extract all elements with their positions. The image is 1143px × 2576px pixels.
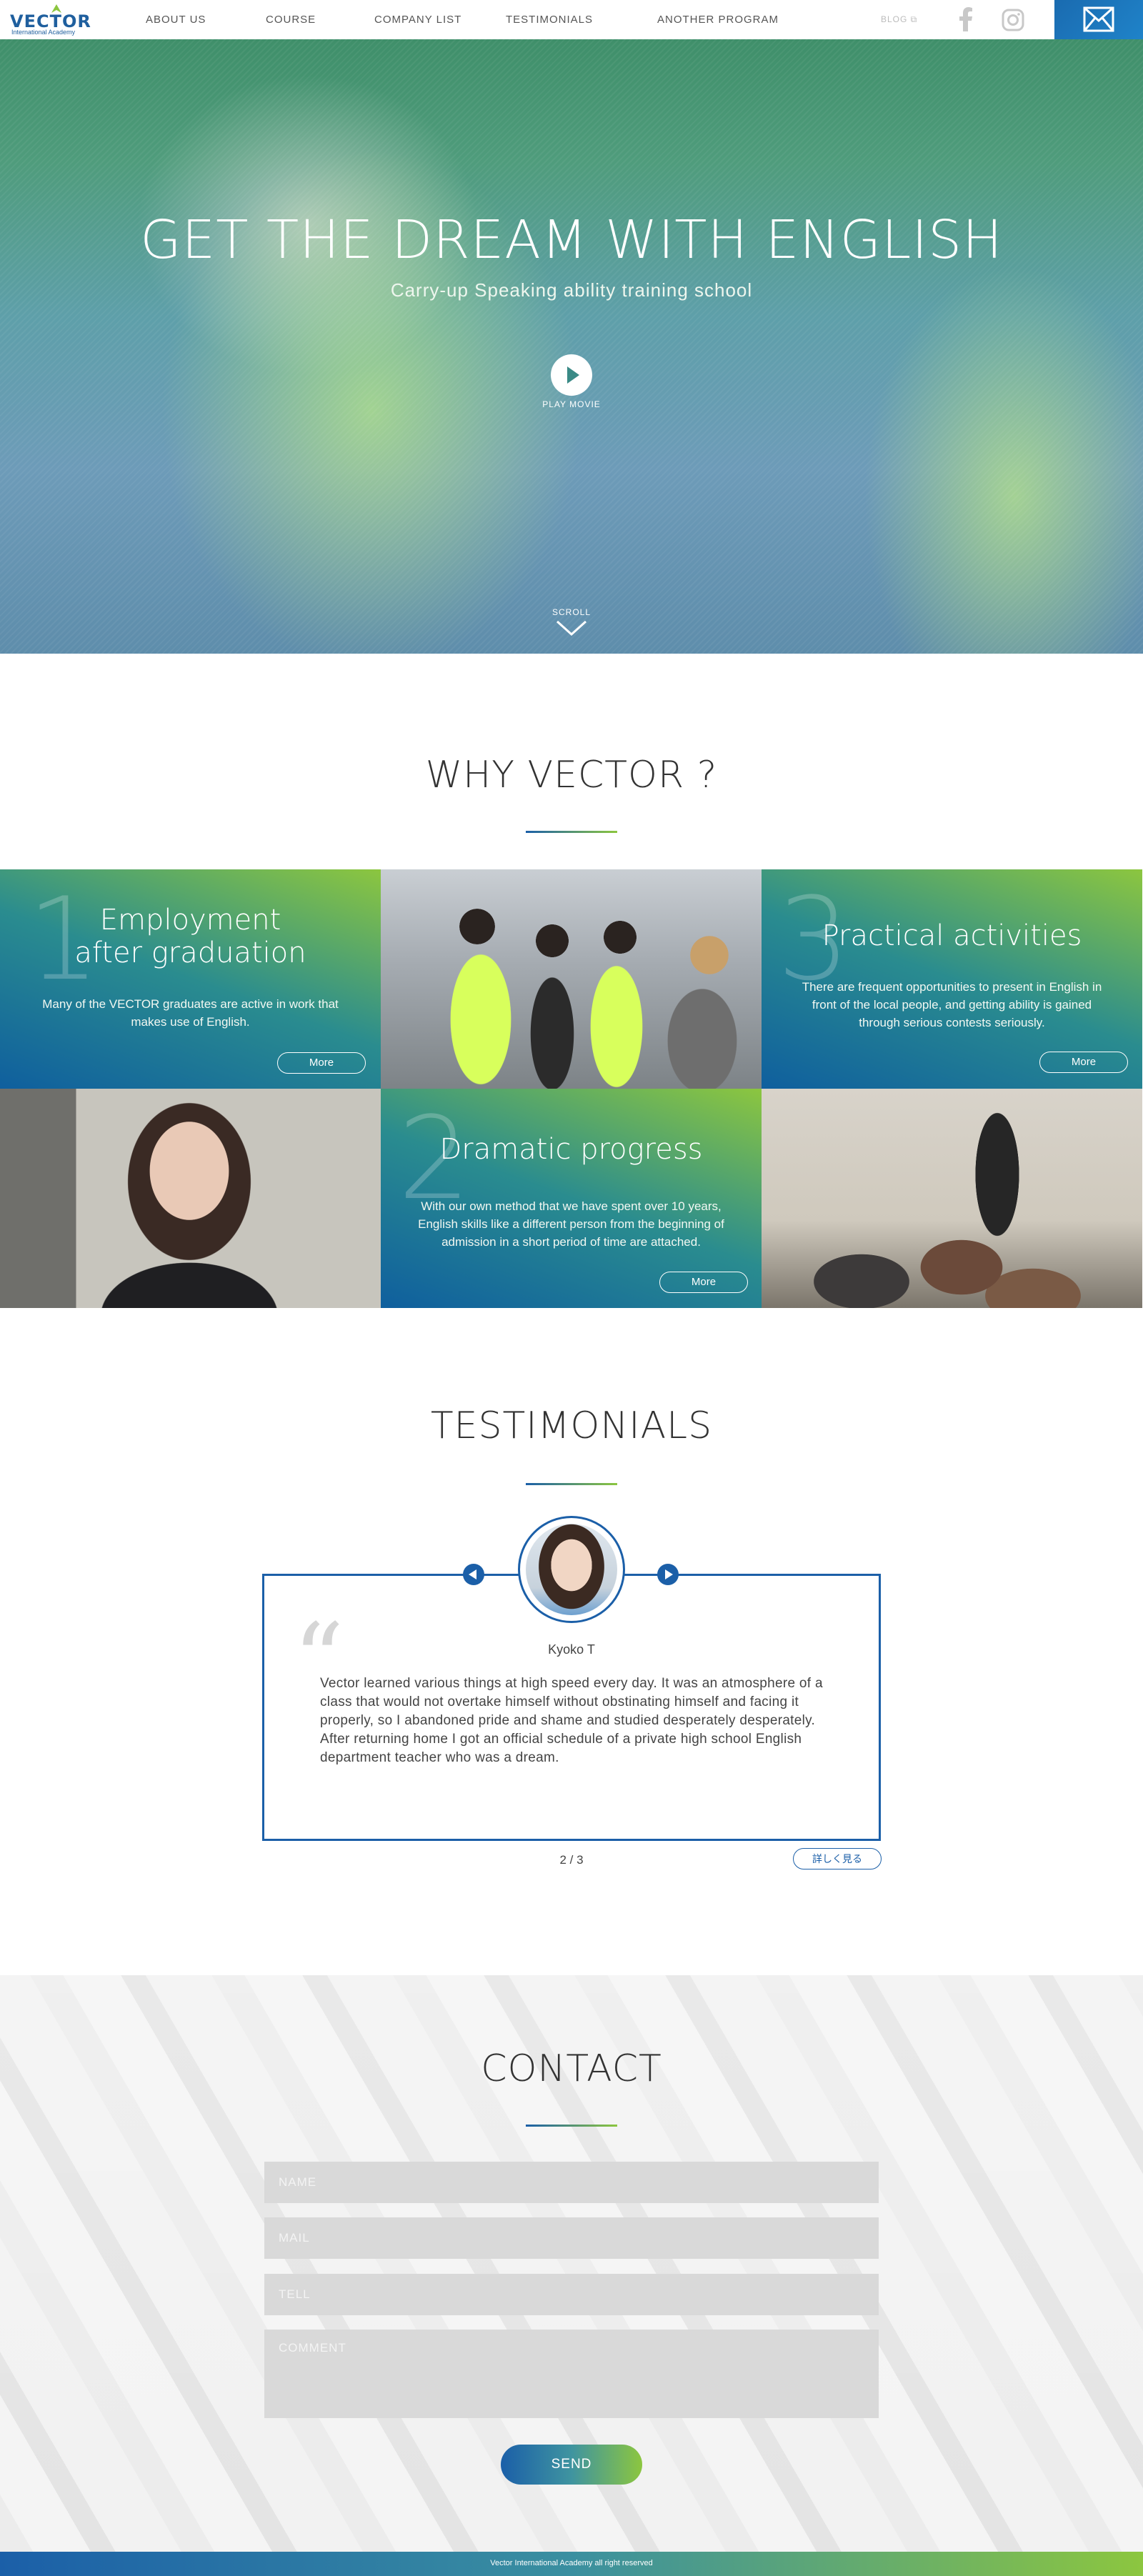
play-movie-label: PLAY MOVIE <box>542 399 601 409</box>
play-movie-button[interactable] <box>551 354 592 396</box>
card-title: Practical activities <box>822 919 1082 952</box>
prev-arrow-icon[interactable] <box>463 1564 484 1585</box>
chevron-down-icon[interactable] <box>555 619 588 636</box>
testimonials-title: TESTIMONIALS <box>430 1404 713 1447</box>
why-card-employment: 1 Employment after graduation Many of th… <box>0 869 381 1089</box>
copyright-text: Vector International Academy all right r… <box>490 2559 653 2567</box>
card-title-line2: after graduation <box>74 937 306 969</box>
why-card-practical: 3 Practical activities There are frequen… <box>762 869 1142 1089</box>
mail-field[interactable] <box>264 2217 879 2259</box>
site-footer: Vector International Academy all right r… <box>0 2552 1143 2576</box>
nav-blog[interactable]: BLOG ⧉ <box>881 14 917 25</box>
scroll-label: SCROLL <box>551 607 592 617</box>
play-icon <box>567 366 579 384</box>
mail-button[interactable] <box>1054 0 1143 39</box>
nav-testimonials[interactable]: TESTIMONIALS <box>506 14 593 26</box>
contact-divider <box>526 2125 617 2127</box>
card-body: Many of the VECTOR graduates are active … <box>42 997 339 1029</box>
logo-subtitle: International Academy <box>11 29 76 36</box>
testimonial-name: Kyoko T <box>548 1642 595 1657</box>
testimonial-avatar <box>518 1516 625 1623</box>
hero-section: GET THE DREAM WITH ENGLISH Carry-up Spea… <box>0 39 1143 654</box>
avatar-photo <box>526 1524 617 1615</box>
facebook-icon[interactable] <box>957 7 974 31</box>
photo-presentation-class <box>762 1089 1142 1308</box>
photo-graduate-portrait <box>0 1089 381 1308</box>
card-title-line1: Employment <box>99 904 281 937</box>
detail-button[interactable]: 詳しく見る <box>793 1848 882 1869</box>
tell-field[interactable] <box>264 2274 879 2315</box>
mail-icon <box>1083 6 1114 32</box>
card-title: Dramatic progress <box>439 1133 703 1166</box>
card-title: Employment after graduation <box>0 904 381 969</box>
hero-subtitle: Carry-up Speaking ability training schoo… <box>390 279 753 301</box>
why-card-progress: 2 Dramatic progress With our own method … <box>381 1089 762 1308</box>
contact-title: CONTACT <box>481 2047 662 2090</box>
logo[interactable]: VECTOR International Academy <box>10 4 91 36</box>
hero-title: GET THE DREAM WITH ENGLISH <box>140 209 1003 271</box>
more-button[interactable]: More <box>659 1272 748 1293</box>
next-arrow-icon[interactable] <box>657 1564 679 1585</box>
instagram-icon[interactable] <box>1002 9 1024 31</box>
why-vector-title: WHY VECTOR ? <box>425 754 718 797</box>
send-button[interactable]: SEND <box>501 2445 642 2485</box>
photo-students-group <box>381 869 762 1089</box>
testimonial-text: Vector learned various things at high sp… <box>320 1676 823 1765</box>
comment-field[interactable] <box>264 2330 879 2418</box>
nav-company-list[interactable]: COMPANY LIST <box>374 14 461 26</box>
site-header: VECTOR International Academy ABOUT US CO… <box>0 0 1143 39</box>
testimonials-divider <box>526 1483 617 1485</box>
why-vector-divider <box>526 831 617 833</box>
nav-another-program[interactable]: ANOTHER PROGRAM <box>657 14 779 26</box>
card-body: With our own method that we have spent o… <box>418 1199 724 1249</box>
nav-course[interactable]: COURSE <box>266 14 316 26</box>
card-body: There are frequent opportunities to pres… <box>802 980 1102 1029</box>
testimonial-pagination: 2 / 3 <box>559 1853 584 1867</box>
more-button[interactable]: More <box>277 1052 366 1074</box>
more-button[interactable]: More <box>1039 1052 1128 1073</box>
name-field[interactable] <box>264 2162 879 2203</box>
nav-about-us[interactable]: ABOUT US <box>146 14 206 26</box>
